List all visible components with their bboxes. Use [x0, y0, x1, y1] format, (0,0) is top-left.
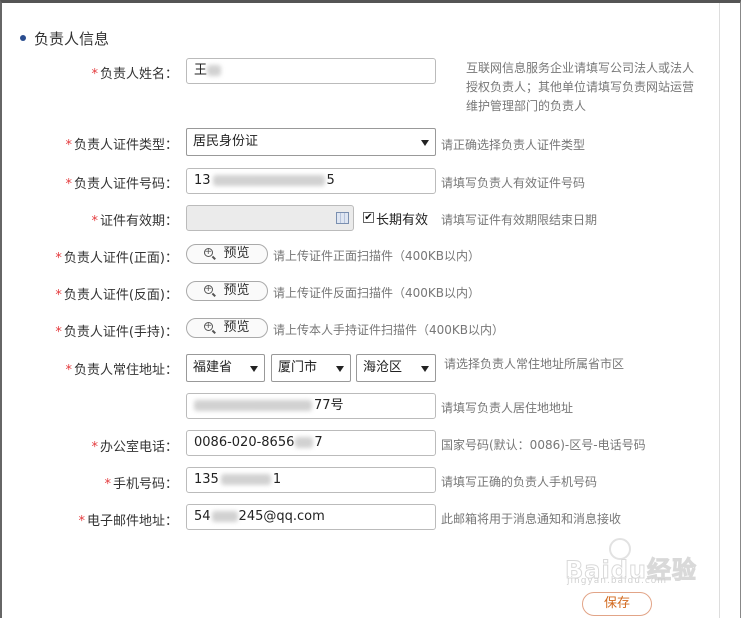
email-label: * 电子邮件地址： — [78, 510, 178, 529]
id-validity-hint: 请填写证件有效期限结束日期 — [441, 213, 598, 227]
id-validity-label-text: 证件有效期： — [99, 214, 178, 229]
name-hint: 互联网信息服务企业请填写公司法人或法人授权负责人；其他单位请填写负责网站运营维护… — [466, 61, 695, 113]
zoom-in-icon — [204, 280, 214, 298]
id-back-label: * 负责人证件(反面)： — [55, 284, 178, 303]
id-front-label: * 负责人证件(正面)： — [55, 247, 178, 266]
office-phone-prefix: 0086-020-8656 — [194, 435, 295, 450]
office-phone-input[interactable]: 0086-020-8656 7 — [186, 430, 436, 456]
required-mark: * — [65, 177, 72, 192]
address-label: * 负责人常住地址： — [65, 359, 178, 378]
mobile-input[interactable]: 135 1 — [186, 467, 436, 493]
preview-label: 预览 — [223, 283, 250, 298]
address-hint: 请选择负责人常住地址所属省市区 — [444, 357, 625, 371]
id-front-label-text: 负责人证件(正面)： — [63, 251, 178, 266]
redacted-text — [212, 175, 325, 186]
mobile-prefix: 135 — [194, 472, 219, 487]
email-suffix: 245@qq.com — [238, 509, 325, 524]
id-hand-hint: 请上传本人手持证件扫描件（400KB以内） — [273, 323, 505, 337]
mobile-hint: 请填写正确的负责人手机号码 — [441, 475, 598, 489]
caret-down-icon — [421, 140, 429, 146]
district-value: 海沧区 — [363, 360, 403, 375]
caret-down-icon — [336, 366, 344, 372]
id-type-label-text: 负责人证件类型： — [73, 138, 178, 153]
id-validity-label: * 证件有效期： — [91, 210, 178, 229]
required-mark: * — [91, 67, 98, 82]
calendar-icon[interactable] — [336, 212, 349, 224]
long-term-label: 长期有效 — [376, 213, 429, 228]
long-term-checkbox[interactable]: ✔ — [363, 212, 374, 223]
required-mark: * — [91, 214, 98, 229]
frame-divider — [719, 3, 720, 618]
id-type-hint: 请正确选择负责人证件类型 — [441, 138, 586, 152]
id-number-label-text: 负责人证件号码： — [73, 177, 178, 192]
name-input[interactable]: 王 — [186, 58, 436, 84]
bullet-icon — [20, 34, 26, 41]
required-mark: * — [55, 325, 62, 340]
street-address-input[interactable]: 77号 — [186, 393, 436, 419]
id-number-suffix: 5 — [326, 173, 335, 188]
required-mark: * — [78, 514, 85, 529]
save-button[interactable]: 保存 — [582, 592, 652, 616]
mobile-suffix: 1 — [272, 472, 282, 487]
preview-label: 预览 — [223, 320, 250, 335]
id-hand-label-text: 负责人证件(手持)： — [63, 325, 178, 340]
name-label-text: 负责人姓名： — [99, 67, 178, 82]
district-select[interactable]: 海沧区 — [356, 354, 436, 382]
required-mark: * — [65, 138, 72, 153]
city-select[interactable]: 厦门市 — [271, 354, 351, 382]
id-back-hint: 请上传证件反面扫描件（400KB以内） — [273, 286, 481, 300]
required-mark: * — [65, 363, 72, 378]
caret-down-icon — [421, 366, 429, 372]
id-validity-date-input[interactable] — [186, 205, 354, 231]
email-prefix: 54 — [194, 509, 211, 524]
id-front-hint: 请上传证件正面扫描件（400KB以内） — [273, 249, 481, 263]
id-front-preview-button[interactable]: 预览 — [186, 243, 268, 264]
required-mark: * — [91, 440, 98, 455]
caret-down-icon — [250, 366, 258, 372]
city-value: 厦门市 — [278, 360, 318, 375]
id-number-input[interactable]: 13 5 — [186, 168, 436, 194]
redacted-text — [207, 65, 222, 76]
id-number-hint: 请填写负责人有效证件号码 — [441, 176, 586, 190]
id-number-label: * 负责人证件号码： — [65, 173, 178, 192]
section-title: 负责人信息 — [20, 28, 109, 49]
street-address-hint: 请填写负责人居住地地址 — [441, 401, 574, 415]
mobile-label-text: 手机号码： — [112, 477, 178, 492]
redacted-text — [220, 474, 271, 485]
province-select[interactable]: 福建省 — [186, 354, 265, 382]
id-hand-label: * 负责人证件(手持)： — [55, 321, 178, 340]
zoom-in-icon — [204, 243, 214, 261]
preview-label: 预览 — [223, 246, 250, 261]
id-hand-preview-button[interactable]: 预览 — [186, 317, 268, 338]
redacted-text — [211, 511, 238, 522]
id-type-value: 居民身份证 — [193, 134, 259, 149]
required-mark: * — [104, 477, 111, 492]
zoom-in-icon — [204, 317, 214, 335]
office-phone-suffix: 7 — [314, 435, 323, 450]
name-label: * 负责人姓名： — [91, 63, 178, 82]
id-back-preview-button[interactable]: 预览 — [186, 280, 268, 301]
section-title-text: 负责人信息 — [34, 30, 110, 48]
redacted-text — [194, 400, 312, 411]
id-number-prefix: 13 — [194, 173, 211, 188]
street-suffix: 77号 — [314, 398, 344, 413]
baidu-jingyan-watermark: Baidu经验 jingyan.baidu.com — [565, 536, 700, 586]
email-hint: 此邮箱将用于消息通知和消息接收 — [441, 512, 622, 526]
redacted-text — [295, 437, 314, 448]
required-mark: * — [55, 288, 62, 303]
email-input[interactable]: 54 245@qq.com — [186, 504, 436, 530]
id-type-label: * 负责人证件类型： — [65, 134, 178, 153]
required-mark: * — [55, 251, 62, 266]
address-label-text: 负责人常住地址： — [73, 363, 178, 378]
mobile-label: * 手机号码： — [104, 473, 178, 492]
office-phone-label: * 办公室电话： — [91, 436, 178, 455]
province-value: 福建省 — [193, 360, 233, 375]
office-phone-label-text: 办公室电话： — [99, 440, 178, 455]
id-type-select[interactable]: 居民身份证 — [186, 128, 436, 156]
watermark-sub: jingyan.baidu.com — [567, 576, 668, 586]
email-label-text: 电子邮件地址： — [86, 514, 178, 529]
id-back-label-text: 负责人证件(反面)： — [63, 288, 178, 303]
name-value: 王 — [194, 63, 208, 78]
office-phone-hint: 国家号码(默认：0086)-区号-电话号码 — [441, 438, 646, 452]
